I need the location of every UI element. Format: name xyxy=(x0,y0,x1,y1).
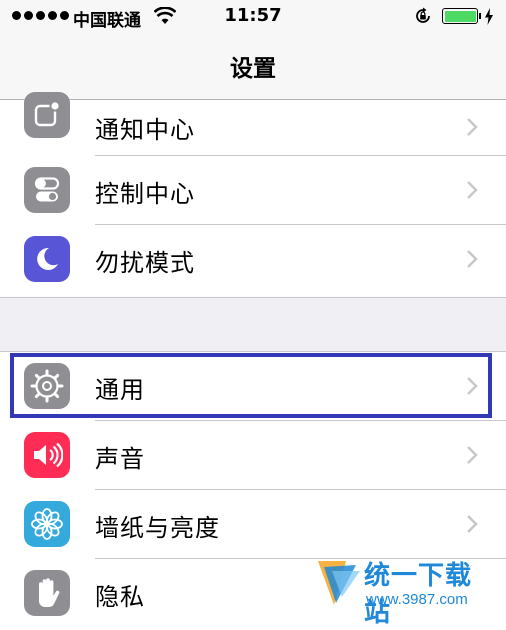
chevron-right-icon xyxy=(467,446,478,464)
settings-row-general[interactable]: 通用 xyxy=(0,352,506,421)
chevron-right-icon xyxy=(467,181,478,199)
rotation-lock-icon xyxy=(416,7,430,23)
settings-row-do-not-disturb[interactable]: 勿扰模式 xyxy=(0,225,506,294)
chevron-right-icon xyxy=(467,377,478,395)
battery-icon xyxy=(442,8,478,24)
settings-row-label: 墙纸与亮度 xyxy=(95,514,220,542)
settings-row-wallpaper-brightness[interactable]: 墙纸与亮度 xyxy=(0,490,506,559)
status-bar: 中国联通 11:57 xyxy=(0,0,506,34)
settings-row-control-center[interactable]: 控制中心 xyxy=(0,156,506,225)
chevron-right-icon xyxy=(467,118,478,136)
chevron-right-icon xyxy=(467,515,478,533)
settings-row-notification-center[interactable]: 通知中心 xyxy=(0,92,506,156)
settings-group-1: 通知中心 控制中心 勿扰模式 xyxy=(0,92,506,298)
moon-icon xyxy=(24,236,70,282)
charging-bolt-icon xyxy=(485,8,493,25)
speaker-icon xyxy=(24,432,70,478)
control-center-icon xyxy=(24,167,70,213)
settings-row-label: 通用 xyxy=(95,376,145,404)
settings-row-label: 勿扰模式 xyxy=(95,249,195,277)
watermark-logo: 统一下载站 www.3987.com xyxy=(316,555,496,628)
watermark-logo-icon xyxy=(318,561,360,605)
navigation-bar: 设置 xyxy=(0,34,506,100)
flower-icon xyxy=(24,501,70,547)
settings-row-label: 隐私 xyxy=(95,583,145,611)
battery-tip xyxy=(479,13,481,19)
settings-row-sounds[interactable]: 声音 xyxy=(0,421,506,490)
notification-center-icon xyxy=(24,92,70,138)
settings-row-label: 控制中心 xyxy=(95,180,195,208)
chevron-right-icon xyxy=(467,250,478,268)
gear-icon xyxy=(24,363,70,409)
settings-row-label: 通知中心 xyxy=(95,116,195,144)
page-title: 设置 xyxy=(230,56,276,82)
watermark-url: www.3987.com xyxy=(366,591,468,608)
hand-icon xyxy=(24,570,70,616)
settings-row-label: 声音 xyxy=(95,445,145,473)
